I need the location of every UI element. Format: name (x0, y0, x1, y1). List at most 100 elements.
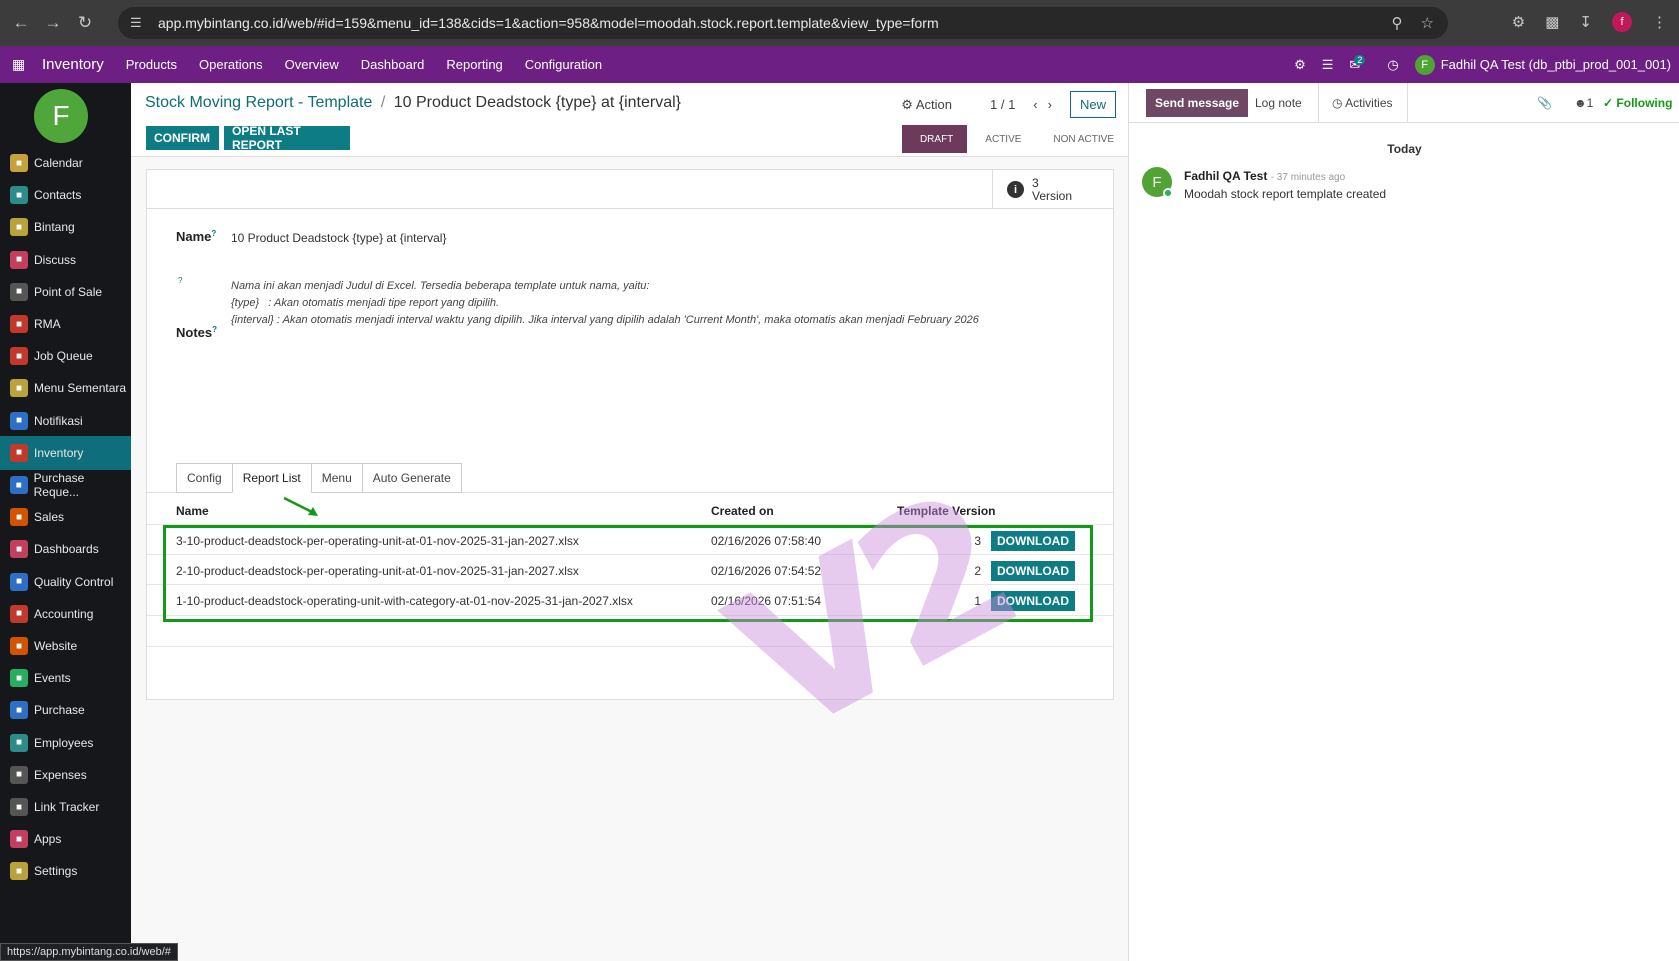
app-name[interactable]: Inventory (42, 56, 104, 73)
activities-button[interactable]: ◷ Activities (1332, 96, 1393, 110)
sidebar-item-sales[interactable]: ■ Sales (0, 500, 131, 534)
message-author-avatar[interactable]: F (1142, 167, 1173, 198)
cart-icon: ■ (10, 476, 28, 494)
bookmark-star-icon[interactable]: ☆ (1421, 14, 1434, 32)
company-avatar: F (34, 89, 88, 143)
apps-grid-icon[interactable]: ▦ (12, 56, 28, 73)
message-time: - 37 minutes ago (1270, 172, 1346, 183)
pager[interactable]: 1 / 1 (990, 97, 1015, 112)
notebook-tabs: Config Report List Menu Auto Generate (176, 463, 462, 493)
browser-menu-icon[interactable]: ⋮ (1652, 13, 1667, 31)
sidebar-item-quality-control[interactable]: ■ Quality Control (0, 565, 131, 599)
download-icon[interactable]: ↧ (1579, 13, 1592, 31)
help-line: {type} : Akan otomatis menjadi tipe repo… (231, 297, 500, 309)
author-name[interactable]: Fadhil QA Test (1184, 169, 1267, 183)
menu-overview[interactable]: Overview (285, 57, 339, 72)
extension-icon[interactable]: ⚙ (1512, 13, 1525, 31)
help-tooltip-icon[interactable]: ? (211, 229, 216, 238)
following-button[interactable]: ✓ Following (1603, 96, 1672, 110)
sidebar-item-events[interactable]: ■ Events (0, 661, 131, 695)
sidebar-item-inventory[interactable]: ■ Inventory (0, 435, 131, 470)
sidebar-item-website[interactable]: ■ Website (0, 629, 131, 663)
sidebar-item-notifikasi[interactable]: ■ Notifikasi (0, 404, 131, 438)
menu-configuration[interactable]: Configuration (525, 57, 602, 72)
sidebar-item-accounting[interactable]: ■ Accounting (0, 597, 131, 631)
help-tooltip-icon[interactable]: ? (178, 276, 182, 285)
sidebar-item-discuss[interactable]: ■ Discuss (0, 243, 131, 277)
sidebar-item-purchase-reque[interactable]: ■ Purchase Reque... (0, 468, 131, 502)
tab-auto-generate[interactable]: Auto Generate (361, 463, 462, 493)
link-icon: ■ (10, 798, 28, 816)
list-icon[interactable]: ☰ (1322, 57, 1334, 73)
version-smart-button[interactable]: i 3 Version (992, 170, 1113, 209)
sidebar-item-contacts[interactable]: ■ Contacts (0, 178, 131, 212)
action-menu[interactable]: ⚙ Action (901, 97, 952, 113)
chatter-topbar: Send message Log note ◷ Activities 📎 ☻1 … (1129, 83, 1679, 123)
site-settings-icon[interactable]: ☰ (130, 15, 150, 31)
status-non-active[interactable]: NON ACTIVE (1035, 125, 1128, 153)
column-name[interactable]: Name (176, 504, 209, 518)
log-note-button[interactable]: Log note (1255, 96, 1302, 110)
sidebar-item-job-queue[interactable]: ■ Job Queue (0, 339, 131, 373)
sidebar-item-rma[interactable]: ■ RMA (0, 307, 131, 341)
sidebar-item-calendar[interactable]: ■ Calendar (0, 146, 131, 180)
status-draft[interactable]: DRAFT (901, 125, 968, 153)
sidebar-item-point-of-sale[interactable]: ■ Point of Sale (0, 275, 131, 309)
menu-reporting[interactable]: Reporting (446, 57, 502, 72)
zoom-icon[interactable]: ⚲ (1392, 14, 1403, 32)
back-icon[interactable]: ← (10, 12, 32, 34)
chat-icon: ■ (10, 250, 28, 269)
menu-operations[interactable]: Operations (199, 57, 263, 72)
tab-config[interactable]: Config (176, 463, 233, 493)
form-sheet: i 3 Version Name? 10 Product Deadstock {t… (146, 169, 1114, 782)
sidebar-item-apps[interactable]: ■ Apps (0, 822, 131, 856)
ticket-icon: ■ (10, 669, 28, 688)
sidebar-item-label: Sales (34, 510, 65, 525)
sidebar-item-label: Menu Sementara (34, 381, 127, 396)
address-bar[interactable]: ☰ app.mybintang.co.id/web/#id=159&menu_i… (118, 7, 1448, 39)
bug-icon[interactable]: ⚙ (1294, 57, 1306, 73)
chatter-panel: Send message Log note ◷ Activities 📎 ☻1 … (1128, 83, 1679, 961)
version-count: 3 (1032, 175, 1039, 190)
sidebar-item-employees[interactable]: ■ Employees (0, 726, 131, 760)
reload-icon[interactable]: ↻ (74, 12, 96, 34)
user-avatar: F (1414, 54, 1435, 75)
sidebar-item-bintang[interactable]: ■ Bintang (0, 210, 131, 244)
sidebar-item-purchase[interactable]: ■ Purchase (0, 693, 131, 727)
sidebar-item-link-tracker[interactable]: ■ Link Tracker (0, 790, 131, 824)
breadcrumb-parent[interactable]: Stock Moving Report - Template (145, 94, 372, 111)
url-text[interactable]: app.mybintang.co.id/web/#id=159&menu_id=… (158, 15, 939, 31)
status-active[interactable]: ACTIVE (967, 125, 1035, 153)
sidebar-item-label: Calendar (34, 156, 83, 170)
menu-products[interactable]: Products (126, 57, 177, 72)
menu-dashboard[interactable]: Dashboard (361, 57, 425, 72)
breadcrumb-separator: / (380, 94, 386, 111)
rma-icon: ■ (10, 315, 28, 333)
sidebar-item-label: Dashboards (34, 542, 99, 557)
user-menu[interactable]: F Fadhil QA Test (db_ptbi_prod_001_001) (1414, 54, 1671, 75)
help-tooltip-icon[interactable]: ? (212, 325, 217, 334)
chat-icon[interactable]: ✉2 (1349, 54, 1371, 73)
extensions-puzzle-icon[interactable]: ▩ (1545, 13, 1559, 31)
pager-next-icon[interactable]: › (1048, 97, 1052, 112)
pager-prev-icon[interactable]: ‹ (1033, 97, 1037, 112)
confirm-button[interactable]: CONFIRM (146, 126, 219, 150)
sidebar-item-settings[interactable]: ■ Settings (0, 854, 131, 888)
followers-button[interactable]: ☻1 (1574, 96, 1593, 110)
sidebar-item-dashboards[interactable]: ■ Dashboards (0, 532, 131, 566)
attachment-icon[interactable]: 📎 (1537, 96, 1552, 110)
sidebar-item-expenses[interactable]: ■ Expenses (0, 758, 131, 792)
profile-avatar[interactable]: f (1612, 12, 1632, 32)
tab-menu[interactable]: Menu (310, 463, 363, 493)
sidebar-item-menu-sementara[interactable]: ■ Menu Sementara (0, 371, 131, 405)
clock-icon[interactable]: ◷ (1387, 57, 1398, 73)
new-button[interactable]: New (1069, 91, 1116, 118)
send-message-button[interactable]: Send message (1146, 89, 1249, 117)
column-created-on[interactable]: Created on (711, 504, 774, 518)
name-field[interactable]: 10 Product Deadstock {type} at {interval… (231, 231, 446, 245)
forward-icon[interactable]: → (42, 12, 64, 34)
open-last-report-button[interactable]: OPEN LAST REPORT (224, 124, 350, 152)
sidebar-item-label: Point of Sale (34, 284, 103, 299)
tab-report-list[interactable]: Report List (231, 463, 312, 493)
quality-icon: ■ (10, 572, 28, 591)
